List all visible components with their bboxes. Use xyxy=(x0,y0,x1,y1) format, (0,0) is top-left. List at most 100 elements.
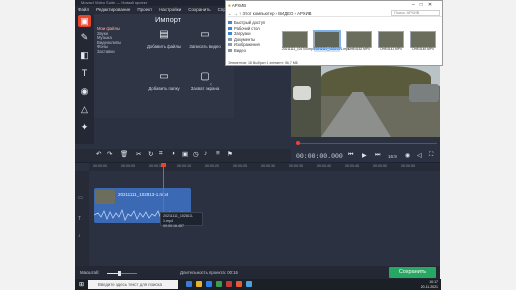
minimize-icon[interactable]: – xyxy=(412,2,420,8)
ruler-tick: 00:00:55 xyxy=(401,164,415,168)
video-thumb-image xyxy=(282,31,308,48)
text-track-icon[interactable]: T xyxy=(78,216,81,222)
clip-thumbnail xyxy=(95,190,115,204)
taskbar-search-input[interactable]: Введите здесь текст для поиска xyxy=(88,280,178,289)
file-thumbnail[interactable]: DHE4152.MP4 xyxy=(346,31,372,51)
menu-edit[interactable]: Редактирование xyxy=(96,6,130,14)
clip-title: 20211111_102813-1.mp4 xyxy=(118,192,169,197)
crop-icon[interactable]: ⌗ xyxy=(159,150,163,158)
preview-scrubber[interactable] xyxy=(294,141,440,145)
preview-car-left xyxy=(293,86,311,100)
file-thumbnail[interactable]: 20211111_101700.mp4 xyxy=(282,31,315,51)
add-files-icon: ▤ xyxy=(159,29,169,40)
explorer-title: ■ АРХИВ xyxy=(228,3,247,8)
ruler-tick: 00:00:40 xyxy=(317,164,331,168)
menu-settings[interactable]: Настройки xyxy=(159,6,181,14)
capture-screen-button[interactable]: ▢ Захват экрана xyxy=(187,70,223,112)
filters-icon[interactable]: ✎ xyxy=(78,31,91,43)
stickers-icon[interactable]: ◉ xyxy=(78,85,91,97)
fullscreen-icon[interactable]: ⛶ xyxy=(429,152,433,159)
scale-label: Масштаб: xyxy=(80,270,100,275)
timeline-ruler[interactable]: 00:00:00 00:00:05 00:00:10 00:00:15 00:0… xyxy=(89,163,440,171)
add-files-button[interactable]: ▤ Добавить файлы xyxy=(146,28,182,70)
tooltip-duration: 00:00:16.457 xyxy=(163,224,184,228)
file-explorer-icon[interactable] xyxy=(196,281,202,287)
category-intros[interactable]: Заставки xyxy=(97,49,133,55)
add-folder-button[interactable]: ▭ Добавить папку xyxy=(146,70,182,112)
titles-icon[interactable]: T xyxy=(78,67,91,79)
ruler-tick: 00:00:20 xyxy=(205,164,219,168)
back-arrow-icon[interactable]: ← → ↑ xyxy=(228,11,241,16)
callouts-icon[interactable]: △ xyxy=(78,103,91,115)
screen-capture-icon: ▢ xyxy=(200,71,210,82)
maximize-icon[interactable]: □ xyxy=(420,2,428,8)
close-icon[interactable]: ✕ xyxy=(428,2,437,8)
menu-save[interactable]: Сохранить xyxy=(188,6,210,14)
app-icon[interactable] xyxy=(246,281,252,287)
ruler-tick: 00:00:50 xyxy=(373,164,387,168)
aspect-ratio[interactable]: 16:9 xyxy=(388,154,397,159)
scrubber-handle[interactable] xyxy=(296,141,300,145)
prev-frame-icon[interactable]: ⏮ xyxy=(348,152,353,159)
system-tray-clock[interactable]: 10:17 20.11.2021 xyxy=(378,280,438,289)
file-explorer-window: ■ АРХИВ –□✕ ← → ↑ Этот компьютер › ВИДЕО… xyxy=(225,0,443,66)
file-thumbnail[interactable]: DHE4140.MP4 xyxy=(410,31,436,51)
undo-icon[interactable]: ↶ xyxy=(96,150,101,158)
folder-icon: ▭ xyxy=(159,71,169,82)
mail-icon[interactable] xyxy=(226,281,232,287)
player-timecode: 00:00:00.000 xyxy=(296,153,343,160)
tool-column: ▣ ✎ ◧ T ◉ △ ✦ xyxy=(75,14,94,144)
preview-road xyxy=(321,92,391,137)
menu-project[interactable]: Проект xyxy=(137,6,152,14)
tooltip-filename: 20211111_102813-1.mp4 xyxy=(163,214,194,223)
record-video-button[interactable]: ▭ Записать видео xyxy=(187,28,223,70)
project-duration: Длительность проекта: 00:16 xyxy=(180,270,238,275)
music-track-icon[interactable]: ♪ xyxy=(78,233,81,239)
clip-tooltip: 20211111_102813-1.mp4 00:00:16.457 xyxy=(160,212,203,228)
effects-icon[interactable]: ✦ xyxy=(78,121,91,133)
scrubber-rail xyxy=(299,142,437,144)
explorer-status-bar: Элементов: 18 Выбран 1 элемент: 56,7 МБ xyxy=(228,61,298,65)
ruler-tick: 00:00:15 xyxy=(177,164,191,168)
explorer-search-input[interactable]: Поиск: АРХИВ xyxy=(391,10,440,16)
redo-icon[interactable]: ↷ xyxy=(107,150,112,158)
ruler-tick: 00:00:05 xyxy=(121,164,135,168)
menu-file[interactable]: Файл xyxy=(78,6,89,14)
audio-record-icon[interactable]: ♪ xyxy=(204,150,207,157)
folder-icon: ■ xyxy=(228,3,231,8)
store-icon[interactable] xyxy=(216,281,222,287)
video-thumb-image xyxy=(313,30,341,49)
next-frame-icon[interactable]: ⏭ xyxy=(375,152,380,159)
color-adjust-icon[interactable]: ◑ xyxy=(171,150,175,157)
save-button[interactable]: Сохранить xyxy=(389,267,436,278)
task-view-icon[interactable] xyxy=(186,281,192,287)
video-preview[interactable] xyxy=(291,56,440,137)
marker-icon[interactable]: ⚑ xyxy=(227,150,233,158)
delete-icon[interactable]: 🗑 xyxy=(120,150,128,158)
speed-icon[interactable]: ◷ xyxy=(193,150,199,158)
snapshot-icon[interactable]: ◉ xyxy=(405,152,410,159)
cut-icon[interactable]: ✂ xyxy=(136,150,141,158)
nav-videos[interactable]: Видео xyxy=(228,48,280,54)
file-thumbnail-selected[interactable]: 20211111_102813-1.mp4 xyxy=(313,30,350,52)
play-icon[interactable]: ▶ xyxy=(362,152,367,159)
volume-icon[interactable]: ◁ xyxy=(417,152,422,159)
windows-start-icon[interactable]: ⊞ xyxy=(79,281,84,288)
equalizer-icon[interactable]: ≡ xyxy=(216,150,220,157)
transitions-icon[interactable]: ◧ xyxy=(78,49,91,61)
ruler-tick: 00:00:00 xyxy=(93,164,107,168)
rotate-icon[interactable]: ↻ xyxy=(148,150,153,158)
video-track-icon[interactable]: ▭ xyxy=(78,195,83,201)
import-icon[interactable]: ▣ xyxy=(78,15,91,27)
file-thumbnail[interactable]: DHE4141.MP4 xyxy=(378,31,404,51)
ruler-tick: 00:00:35 xyxy=(289,164,303,168)
edge-icon[interactable] xyxy=(206,281,212,287)
track-headers: ▭ T ♪ xyxy=(75,171,89,266)
ruler-tick: 00:00:25 xyxy=(233,164,247,168)
explorer-nav-pane: Быстрый доступ Рабочий стол Загрузки Док… xyxy=(228,20,280,60)
movavi-icon[interactable] xyxy=(236,281,242,287)
video-thumb-image xyxy=(410,31,436,48)
scale-slider-handle[interactable] xyxy=(118,271,121,276)
media-icon[interactable]: ▣ xyxy=(182,150,188,158)
preview-car-right xyxy=(409,84,439,102)
